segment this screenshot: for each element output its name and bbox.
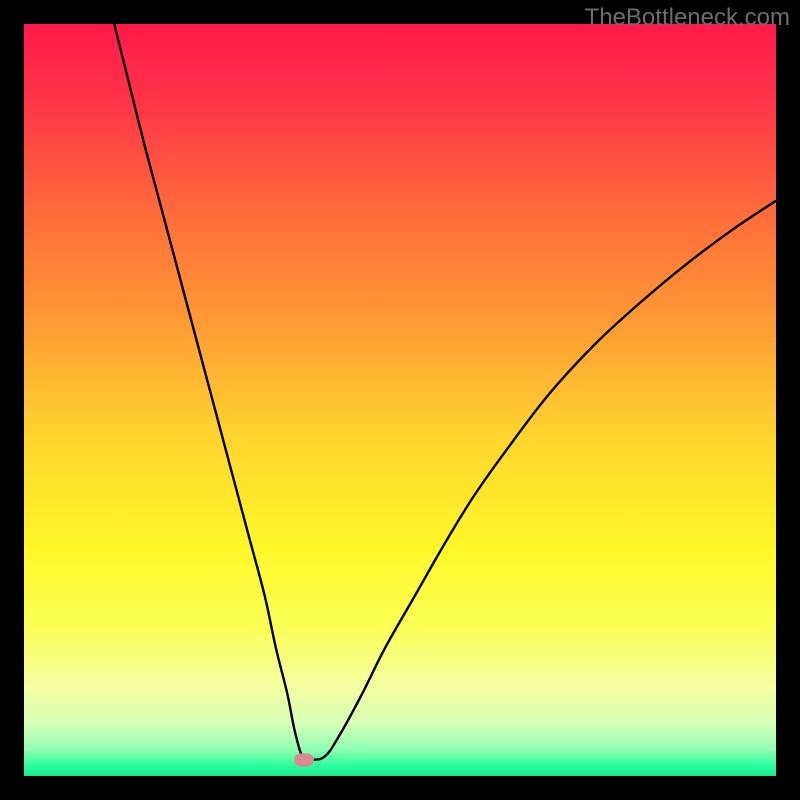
optimal-point-marker bbox=[294, 754, 314, 767]
chart-frame: TheBottleneck.com bbox=[0, 0, 800, 800]
bottleneck-curve bbox=[24, 24, 776, 776]
watermark-text: TheBottleneck.com bbox=[585, 4, 790, 32]
plot-area bbox=[24, 24, 776, 776]
